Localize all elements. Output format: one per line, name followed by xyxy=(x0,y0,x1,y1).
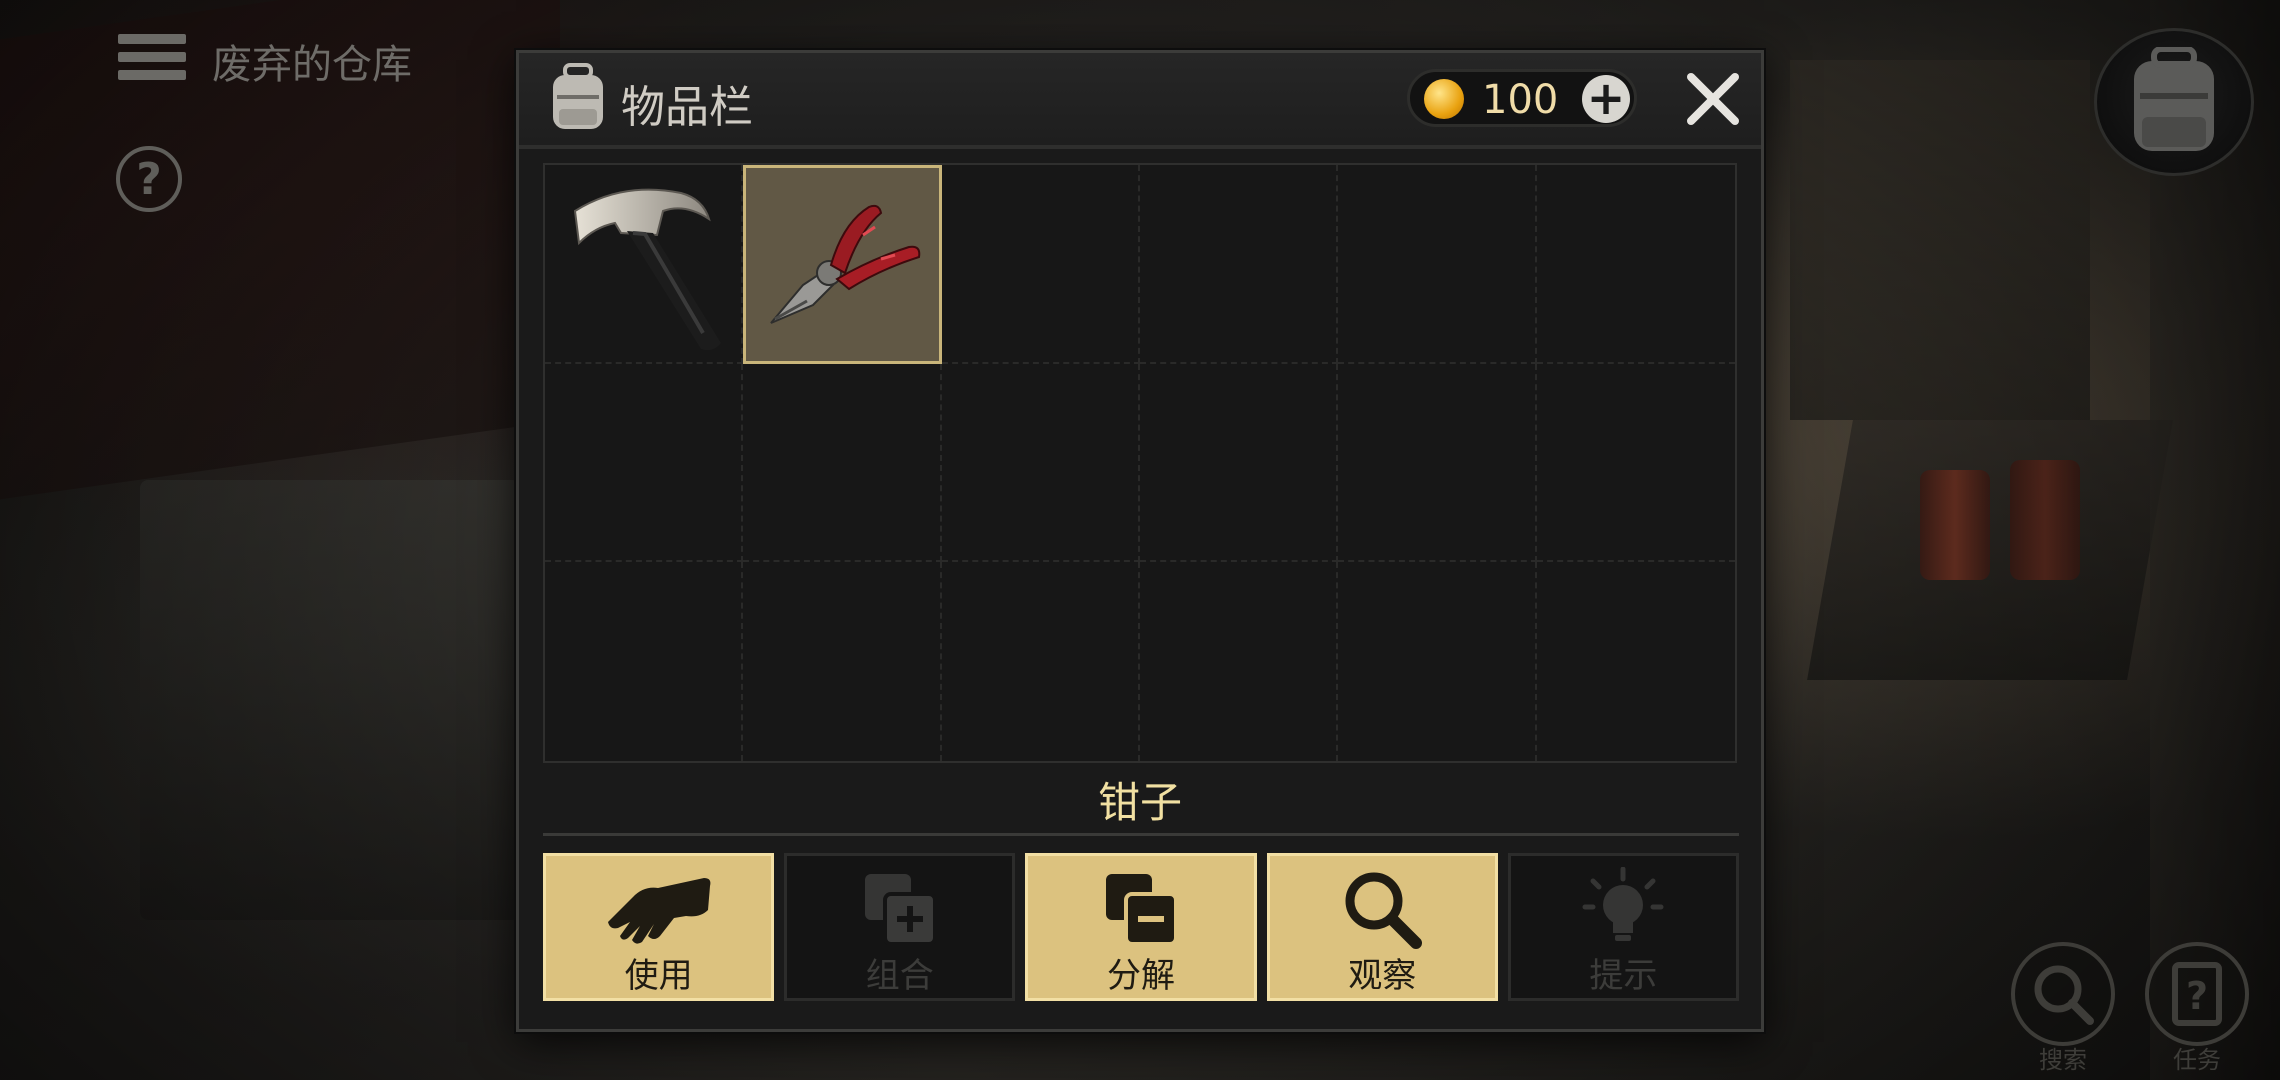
menu-icon[interactable] xyxy=(118,34,186,86)
tasks-label: 任务 xyxy=(2173,1046,2221,1074)
inventory-slot[interactable] xyxy=(941,363,1140,563)
inventory-slot[interactable] xyxy=(1536,165,1735,364)
task-book-icon: ? xyxy=(2172,962,2222,1026)
inventory-slot[interactable] xyxy=(1338,562,1537,761)
inventory-slot[interactable] xyxy=(1139,165,1339,364)
selected-item-name: 钳子 xyxy=(1097,778,1182,827)
action-bar: 使用 组合 分解 观察 提示 xyxy=(543,853,1740,1001)
inventory-slot[interactable] xyxy=(545,562,744,761)
search-button[interactable]: 搜索 xyxy=(2008,942,2118,1075)
combine-icon xyxy=(864,874,937,946)
use-label: 使用 xyxy=(624,956,693,996)
split-icon xyxy=(1106,874,1178,946)
inventory-header: 物品栏 100 + xyxy=(519,53,1761,149)
inventory-title: 物品栏 xyxy=(621,82,753,133)
inventory-slot[interactable] xyxy=(743,562,942,761)
inventory-slot[interactable] xyxy=(743,363,942,563)
hammer-icon xyxy=(573,188,721,351)
backpack-button[interactable] xyxy=(2094,28,2254,176)
inventory-slot[interactable] xyxy=(545,363,744,563)
inventory-slot[interactable] xyxy=(1140,562,1339,761)
search-icon xyxy=(2034,965,2094,1025)
coin-counter: 100 + xyxy=(1407,69,1637,127)
svg-text:?: ? xyxy=(2186,974,2208,1018)
split-button[interactable]: 分解 xyxy=(1025,853,1257,1001)
combine-label: 组合 xyxy=(865,956,934,996)
pliers-icon xyxy=(770,204,921,324)
magnifier-icon xyxy=(1345,872,1423,949)
close-icon[interactable] xyxy=(1683,69,1743,129)
inventory-grid xyxy=(543,163,1737,763)
inventory-slot[interactable] xyxy=(545,165,744,364)
lightbulb-icon xyxy=(1582,867,1664,941)
hand-icon xyxy=(607,878,710,944)
use-button[interactable]: 使用 xyxy=(543,853,775,1001)
inventory-slot[interactable] xyxy=(1338,363,1537,563)
inventory-slot[interactable] xyxy=(1338,165,1537,364)
add-coins-button[interactable]: + xyxy=(1582,75,1630,123)
inventory-slot[interactable] xyxy=(1139,363,1339,563)
inventory-slot-selected[interactable] xyxy=(743,165,942,364)
combine-button[interactable]: 组合 xyxy=(784,853,1016,1001)
split-label: 分解 xyxy=(1107,956,1175,996)
location-title: 废弃的仓库 xyxy=(212,42,412,88)
inventory-slot[interactable] xyxy=(942,562,1140,761)
coin-icon xyxy=(1424,79,1464,119)
inventory-panel: 物品栏 100 + 钳子 使用 组合 分解 观察 提示 xyxy=(516,50,1764,1032)
observe-label: 观察 xyxy=(1348,956,1417,996)
inventory-slot[interactable] xyxy=(1537,562,1735,761)
hint-label: 提示 xyxy=(1589,956,1658,996)
backpack-icon xyxy=(2134,47,2214,151)
tasks-button[interactable]: ? 任务 xyxy=(2142,942,2252,1075)
search-label: 搜索 xyxy=(2039,1046,2087,1074)
divider xyxy=(543,833,1739,836)
observe-button[interactable]: 观察 xyxy=(1266,853,1498,1001)
hint-button[interactable]: 提示 xyxy=(1507,853,1740,1001)
backpack-icon xyxy=(553,63,603,129)
inventory-slot[interactable] xyxy=(941,165,1140,364)
inventory-slot[interactable] xyxy=(1536,364,1735,563)
coin-value: 100 xyxy=(1482,77,1559,123)
help-button[interactable]: ? xyxy=(116,146,182,212)
